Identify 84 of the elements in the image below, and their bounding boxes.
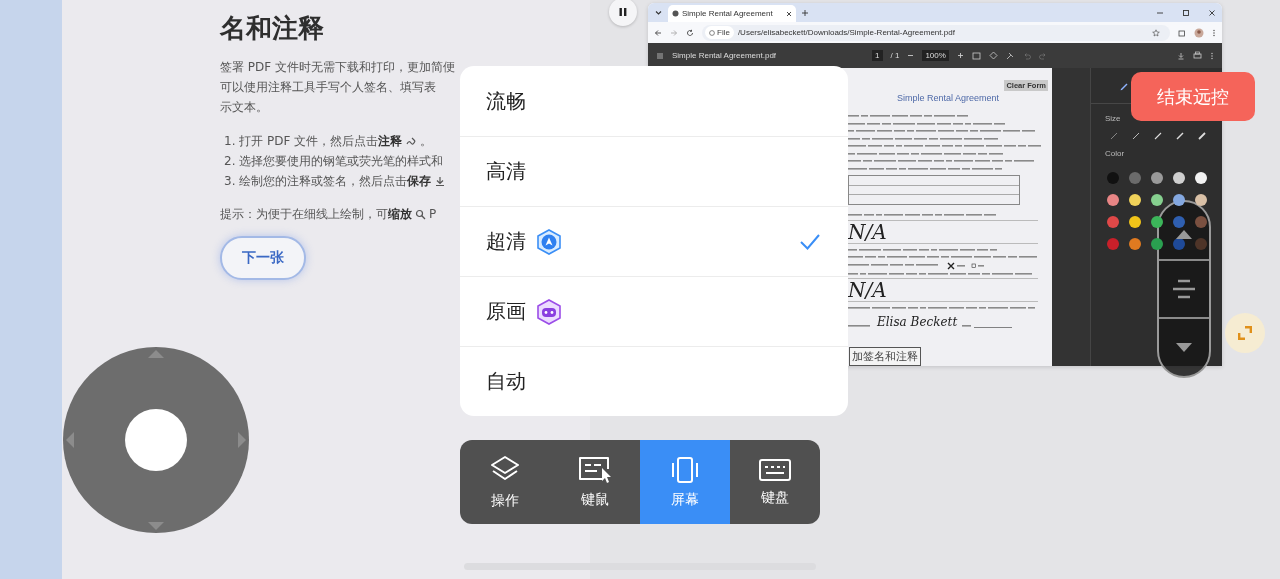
color-swatch[interactable] [1129,172,1141,184]
pen-size-icon[interactable] [1175,131,1185,141]
toolbar-tab[interactable]: 键鼠 [550,440,640,524]
pause-icon [618,7,628,17]
paragraph-line: 签署 PDF 文件时无需下载和打印，更加简便 [220,59,455,76]
toolbar-tab[interactable]: 操作 [460,440,550,524]
color-swatch[interactable] [1107,238,1119,250]
address-bar[interactable]: File /Users/elisabeckett/Downloads/Simple-Rental-Agreement.pdf [702,24,1170,41]
page-number-field[interactable]: 1 [872,50,883,61]
quality-option[interactable]: 自动 [460,346,848,416]
color-swatch[interactable] [1151,216,1163,228]
magnifier-icon [415,208,426,220]
quality-option[interactable]: 高清 [460,136,848,206]
pen-squiggle-icon [405,135,418,147]
close-icon[interactable] [1208,8,1216,17]
screen-cursor-icon [577,455,613,485]
download-icon[interactable] [1177,51,1185,60]
annotate-icon[interactable] [1005,51,1015,60]
keyboard-icon [758,457,792,483]
pen-size-icon[interactable] [1197,131,1207,141]
next-button[interactable]: 下一张 [220,236,306,280]
color-swatch[interactable] [1129,216,1141,228]
handwritten-text: N/A [848,219,1038,244]
tip-text: P [429,206,437,223]
back-icon[interactable] [654,28,662,37]
globe-icon [672,10,679,17]
color-swatch[interactable] [1195,194,1207,206]
paragraph-line: 可以使用注释工具手写个人签名、填写表 [220,79,436,96]
star-icon[interactable] [1152,28,1160,37]
arrow-hexagon-icon [536,228,562,255]
tip-text: 提示：为便于在细线上绘制，可缩放 [220,206,412,223]
color-swatch[interactable] [1107,216,1119,228]
color-swatch[interactable] [1151,194,1163,206]
expand-icon [1238,326,1252,340]
color-swatch[interactable] [1107,194,1119,206]
up-triangle-icon [1176,229,1192,239]
occupants-field[interactable] [848,175,1020,205]
avatar [1194,27,1204,38]
menu-icon [1171,278,1197,300]
color-swatch[interactable] [1173,172,1185,184]
phone-screen-icon [669,455,701,485]
document-title: Simple Rental Agreement [896,93,1000,103]
close-icon[interactable] [786,10,792,17]
toolbar-tab[interactable]: 键盘 [730,440,820,524]
zoom-out-icon[interactable] [907,52,915,59]
gamepad-hexagon-icon [536,298,562,325]
download-icon [434,175,447,187]
color-swatch[interactable] [1107,172,1119,184]
paragraph-line: 示文本。 [220,99,268,116]
maximize-icon[interactable] [1182,8,1190,17]
browser-tab[interactable]: Simple Rental Agreement [668,5,796,22]
chevron-down-icon[interactable] [654,8,663,17]
menu-icon[interactable] [656,51,664,60]
step-text: 2. 选择您要使用的钢笔或荧光笔的样式和 [224,153,444,170]
step-text: 1. 打开 PDF 文件，然后点击注释 [224,133,403,150]
down-triangle-icon [1176,343,1192,353]
zoom-field[interactable]: 100% [922,50,949,61]
more-icon[interactable] [1212,28,1216,37]
color-swatch[interactable] [1129,238,1141,250]
color-swatch[interactable] [1195,172,1207,184]
pause-button[interactable] [609,0,637,26]
pen-size-icon[interactable] [1131,131,1141,141]
color-swatch[interactable] [1173,194,1185,206]
quality-option[interactable]: 超清 [460,206,848,276]
signature: Elisa Beckett [877,314,958,329]
reload-icon[interactable] [686,28,694,37]
handwritten-text: N/A [848,278,1038,302]
plus-icon[interactable] [801,8,809,17]
print-icon[interactable] [1193,51,1202,60]
step-punctuation: 。 [420,133,433,150]
color-swatch[interactable] [1129,194,1141,206]
joystick[interactable] [63,347,249,533]
zoom-in-icon[interactable] [956,52,964,59]
info-icon [709,29,715,36]
rotate-icon[interactable] [988,51,998,60]
article-title: 名和注释 [220,12,324,45]
color-swatch[interactable] [1151,238,1163,250]
more-icon[interactable] [1210,51,1214,60]
image-caption: 加签名和注释 [849,347,921,366]
step-text: 3. 绘制您的注释或签名，然后点击保存 [224,173,432,190]
pen-size-icon[interactable] [1153,131,1163,141]
fit-page-icon[interactable] [971,51,981,60]
color-swatch[interactable] [1151,172,1163,184]
quality-option[interactable]: 原画 [460,276,848,346]
